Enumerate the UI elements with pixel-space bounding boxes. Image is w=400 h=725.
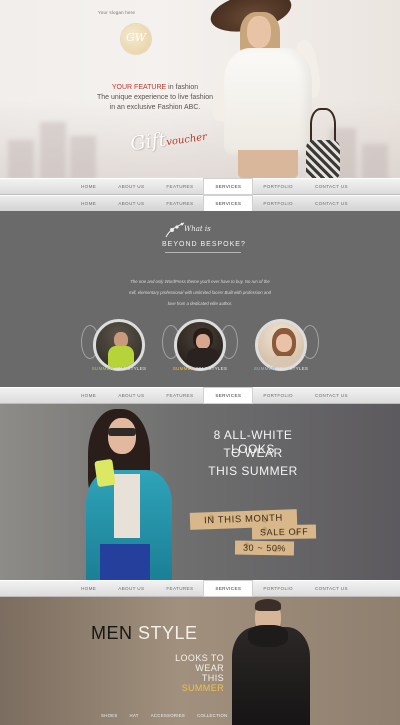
nav-features[interactable]: FEATURES [155, 581, 204, 596]
logo-text: GW [125, 31, 147, 44]
caption-rest: 2014 STYLES [113, 366, 147, 371]
link-collection[interactable]: COLLECTION [197, 713, 227, 718]
nav-services[interactable]: SERVICES [204, 388, 253, 403]
section-navigation-3: HOME ABOUT US FEATURES SERVICES PORTFOLI… [0, 580, 400, 597]
circle-caption-1: SUMMER 2014 STYLES [79, 366, 159, 371]
sticky-navigation: HOME ABOUT US FEATURES SERVICES PORTFOLI… [0, 195, 400, 212]
nav-services[interactable]: SERVICES [204, 581, 253, 596]
nav-contact-us[interactable]: CONTACT US [304, 581, 359, 596]
beyond-bespoke-section: What is BEYOND BESPOKE? The one and only… [0, 211, 400, 387]
promo-tag-percent[interactable]: 30 ~ 50% [234, 540, 295, 556]
looks-headline-2: TO WEAR [223, 446, 283, 460]
nav-about-us[interactable]: ABOUT US [107, 581, 155, 596]
men-sub-line-1: LOOKS TO [175, 653, 224, 663]
section-description: The one and only WordPress theme you'll … [100, 276, 300, 309]
all-white-looks-section: 8 ALL-WHITE LOOKS TO WEAR THIS SUMMER IN… [0, 404, 400, 580]
description-line-2: mill, elementary professional with unlim… [128, 290, 272, 295]
nav-about-us[interactable]: ABOUT US [107, 388, 155, 403]
caption-highlight: SUMMER [253, 366, 276, 371]
nav-portfolio[interactable]: PORTFOLIO [252, 581, 304, 596]
section-navigation-2: HOME ABOUT US FEATURES SERVICES PORTFOLI… [0, 387, 400, 404]
promo-tag-sale[interactable]: SALE OFF [251, 524, 317, 540]
sub-line-3-pre: THIS [201, 673, 224, 683]
caption-highlight: SUMMER [172, 366, 195, 371]
nav-features[interactable]: FEATURES [155, 196, 204, 211]
nav-portfolio[interactable]: PORTFOLIO [252, 179, 304, 194]
men-style-title: MEN STYLE [91, 623, 198, 644]
nav-features[interactable]: FEATURES [155, 179, 204, 194]
style-circle-2[interactable] [162, 317, 238, 373]
looks-headline-3: THIS SUMMER [208, 464, 298, 478]
men-sub-line-3: THIS SUMMER [160, 673, 224, 693]
nav-contact-us[interactable]: CONTACT US [304, 196, 359, 211]
section-title-line-1: What is [184, 225, 211, 233]
link-shoes[interactable]: SHOES [101, 713, 118, 718]
style-circle-3[interactable] [253, 317, 319, 373]
nav-about-us[interactable]: ABOUT US [107, 196, 155, 211]
men-style-section: MEN STYLE LOOKS TO WEAR THIS SUMMER SHOE… [0, 597, 400, 725]
nav-home[interactable]: HOME [70, 179, 107, 194]
nav-features[interactable]: FEATURES [155, 388, 204, 403]
feature-line-3: in an exclusive Fashion ABC. [109, 104, 201, 111]
nav-services[interactable]: SERVICES [204, 196, 253, 211]
feature-highlight: YOUR FEATURE [111, 84, 167, 91]
description-line-1: The one and only WordPress theme you'll … [130, 279, 270, 284]
nav-home[interactable]: HOME [70, 388, 107, 403]
title-light-word: STYLE [132, 623, 198, 643]
slogan-text: Your slogan here [98, 10, 136, 15]
nav-portfolio[interactable]: PORTFOLIO [252, 388, 304, 403]
circle-caption-3: SUMMER 2014 STYLES [241, 366, 321, 371]
nav-about-us[interactable]: ABOUT US [107, 179, 155, 194]
title-dark-word: MEN [91, 623, 133, 643]
nav-services[interactable]: SERVICES [204, 179, 253, 194]
men-sub-line-2: WEAR [195, 663, 224, 673]
link-hat[interactable]: HAT [130, 713, 139, 718]
nav-contact-us[interactable]: CONTACT US [304, 388, 359, 403]
circle-caption-2: SUMMER 2014 STYLES [160, 366, 240, 371]
main-navigation: HOME ABOUT US FEATURES SERVICES PORTFOLI… [0, 178, 400, 195]
caption-rest: 2014 STYLES [194, 366, 228, 371]
sub-line-3-highlight: SUMMER [181, 683, 224, 693]
section-title-line-2: BEYOND BESPOKE? [162, 241, 246, 248]
brand-logo[interactable]: GW [121, 24, 151, 54]
caption-highlight: SUMMER [91, 366, 114, 371]
feature-rest: in fashion [166, 84, 199, 91]
caption-rest: 2014 STYLES [275, 366, 309, 371]
hero-banner: Your slogan here GW YOUR FEATURE in fash… [0, 0, 400, 178]
title-divider [165, 252, 241, 253]
link-accessories[interactable]: ACCESSORIES [151, 713, 185, 718]
nav-portfolio[interactable]: PORTFOLIO [252, 196, 304, 211]
feature-line-2: The unique experience to live fashion [97, 94, 213, 101]
hero-feature-text: YOUR FEATURE in fashion The unique exper… [80, 83, 230, 113]
style-circle-1[interactable] [81, 317, 147, 373]
description-line-3: love from a dedicated elite author. [167, 301, 233, 306]
nav-home[interactable]: HOME [70, 581, 107, 596]
nav-home[interactable]: HOME [70, 196, 107, 211]
men-category-links: SHOES HAT ACCESSORIES COLLECTION [101, 713, 228, 718]
nav-contact-us[interactable]: CONTACT US [304, 179, 359, 194]
